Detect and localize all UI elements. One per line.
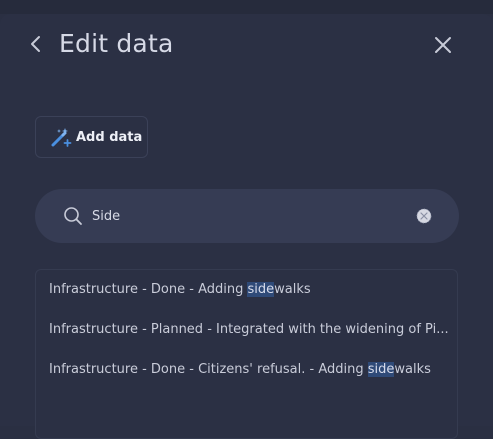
search-input[interactable] bbox=[92, 203, 392, 229]
add-data-label: Add data bbox=[76, 129, 143, 145]
result-text: Infrastructure - Done - Citizens' refusa… bbox=[49, 362, 368, 377]
result-text: Infrastructure - Done - Adding bbox=[49, 282, 248, 297]
magic-wand-plus-icon bbox=[50, 126, 72, 148]
list-item[interactable]: Infrastructure - Done - Citizens' refusa… bbox=[49, 359, 449, 381]
search-icon bbox=[64, 207, 82, 225]
result-text: walks bbox=[394, 362, 431, 377]
search-match: side bbox=[367, 362, 395, 377]
page-title: Edit data bbox=[59, 29, 174, 58]
result-text: walks bbox=[274, 282, 311, 297]
panel-header: Edit data bbox=[0, 24, 493, 64]
close-button[interactable] bbox=[430, 32, 456, 58]
top-strip bbox=[0, 0, 493, 14]
add-data-button[interactable]: Add data bbox=[35, 116, 148, 158]
list-item[interactable]: Infrastructure - Done - Adding sidewalks bbox=[49, 279, 449, 301]
result-text: Infrastructure - Planned - Integrated wi… bbox=[49, 322, 449, 337]
chevron-left-icon bbox=[31, 36, 40, 52]
search-match: side bbox=[247, 282, 275, 297]
clear-icon[interactable] bbox=[416, 208, 432, 224]
results-list: Infrastructure - Done - Adding sidewalks… bbox=[35, 269, 458, 439]
search-bar bbox=[35, 189, 459, 243]
back-button[interactable] bbox=[24, 32, 48, 56]
close-icon bbox=[435, 37, 451, 53]
list-item[interactable]: Infrastructure - Planned - Integrated wi… bbox=[49, 319, 449, 341]
